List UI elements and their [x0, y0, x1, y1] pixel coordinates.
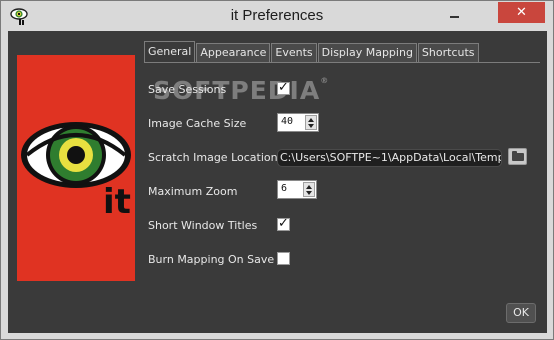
arrow-up-icon[interactable]	[306, 185, 312, 189]
browse-button[interactable]	[508, 148, 527, 165]
stepper-arrows[interactable]	[303, 182, 315, 197]
arrow-up-icon[interactable]	[308, 118, 314, 122]
tab-appearance[interactable]: Appearance	[196, 43, 271, 63]
stepper-arrows[interactable]	[305, 115, 317, 130]
close-button[interactable]: ✕	[498, 2, 545, 23]
arrow-down-icon[interactable]	[308, 124, 314, 128]
it-logo: it	[17, 55, 135, 281]
save-sessions-label: Save Sessions	[148, 83, 227, 96]
maximum-zoom-stepper[interactable]: 6	[277, 180, 317, 199]
scratch-location-label: Scratch Image Location	[148, 151, 278, 164]
watermark-mark: ®	[320, 76, 330, 85]
save-sessions-checkbox[interactable]: ✓	[277, 80, 290, 95]
scratch-location-field[interactable]: C:\Users\SOFTPE~1\AppData\Local\Temp	[277, 149, 502, 167]
check-icon: ✓	[278, 216, 289, 231]
ok-button[interactable]: OK	[506, 303, 536, 323]
arrow-down-icon[interactable]	[306, 191, 312, 195]
preferences-window: it Preferences ✕ it General Appearance E…	[0, 0, 554, 340]
logo-text: it	[103, 182, 131, 222]
check-icon: ✓	[278, 80, 289, 95]
window-title: it Preferences	[230, 7, 324, 24]
minimize-button[interactable]	[441, 5, 467, 25]
dialog-body: it General Appearance Events Display Map…	[8, 31, 547, 333]
image-cache-size-stepper[interactable]: 40	[277, 113, 319, 132]
short-window-titles-label: Short Window Titles	[148, 219, 258, 232]
tab-shortcuts[interactable]: Shortcuts	[417, 43, 479, 63]
burn-mapping-label: Burn Mapping On Save	[148, 253, 275, 266]
title-bar[interactable]: it Preferences ✕	[1, 1, 553, 31]
tab-display-mapping[interactable]: Display Mapping	[317, 43, 417, 63]
short-window-titles-checkbox[interactable]: ✓	[277, 216, 290, 231]
maximum-zoom-value[interactable]: 6	[281, 183, 287, 194]
image-cache-size-label: Image Cache Size	[148, 117, 247, 130]
tab-general[interactable]: General	[144, 41, 196, 63]
burn-mapping-checkbox[interactable]	[277, 252, 290, 265]
tab-bar: General Appearance Events Display Mappin…	[144, 41, 480, 63]
maximum-zoom-label: Maximum Zoom	[148, 185, 238, 198]
folder-icon	[512, 151, 524, 161]
tab-events[interactable]: Events	[271, 43, 317, 63]
image-cache-size-value[interactable]: 40	[281, 116, 293, 127]
